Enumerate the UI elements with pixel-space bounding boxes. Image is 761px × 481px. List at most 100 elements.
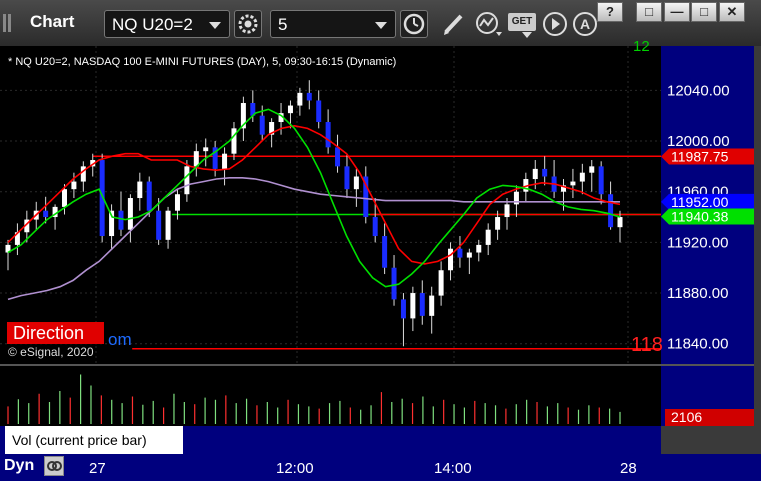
candle-body — [438, 270, 444, 296]
candle-body — [203, 147, 209, 152]
price-chart-pane[interactable] — [0, 46, 661, 364]
candle-body — [485, 229, 491, 245]
price-tag-label: 11987.75 — [671, 149, 729, 165]
get-label: GET — [511, 16, 533, 27]
candle-body — [344, 166, 350, 190]
candle-body — [174, 194, 180, 211]
candle-body — [127, 198, 133, 230]
candle-body — [43, 210, 49, 218]
price-tag-label: 11940.38 — [671, 209, 729, 225]
help-button[interactable]: ? — [597, 2, 623, 22]
price-axis[interactable]: 12040.00 12000.00 11960.00 11920.00 11880.00… — [661, 46, 754, 364]
candle-body — [156, 210, 162, 240]
direction-badge: Direction — [7, 322, 104, 344]
volume-svg — [7, 374, 621, 424]
volume-pane[interactable] — [0, 364, 661, 426]
candle-body — [259, 115, 265, 135]
time-axis[interactable] — [0, 454, 761, 481]
x-tick-label: 28 — [620, 460, 637, 477]
candle-body — [589, 166, 595, 173]
chart-title: Chart — [30, 12, 75, 31]
candle-body — [579, 172, 585, 182]
candle-body — [608, 194, 614, 228]
candle-body — [410, 293, 416, 319]
clock-icon — [403, 13, 425, 35]
candle-body — [448, 248, 454, 271]
chart-grip-icon — [3, 14, 11, 32]
candle-body — [287, 105, 293, 114]
candle-body — [457, 248, 463, 258]
dynamic-toggle-button[interactable] — [44, 456, 64, 476]
candle-body — [372, 217, 378, 237]
candle-body — [325, 122, 331, 148]
volume-study-text: Vol (current price bar) — [12, 432, 147, 448]
price-axis-svg: 12040.0012000.0011960.0011920.0011880.00… — [661, 82, 754, 353]
gear-icon — [238, 14, 258, 34]
volume-axis: 2106 — [661, 364, 754, 426]
chart-header: * NQ U20=2, NASDAQ 100 E-MINI FUTURES (D… — [8, 56, 397, 68]
candle-body — [419, 293, 425, 316]
symbol-value: NQ U20=2 — [112, 15, 193, 34]
candle-body — [184, 166, 190, 195]
interval-clock-button[interactable] — [400, 10, 428, 38]
candle-body — [466, 252, 472, 258]
close-icon[interactable]: x — [170, 428, 177, 442]
maximize-button[interactable]: □ — [691, 2, 717, 22]
candle-body — [532, 168, 538, 180]
get-data-button[interactable]: GET — [508, 13, 536, 31]
pencil-icon[interactable] — [440, 10, 468, 38]
y-tick-label: 11920.00 — [667, 234, 728, 251]
candle-body — [391, 267, 397, 300]
partial-price-label-top: 12 — [633, 38, 650, 55]
direction-label: Direction — [13, 323, 85, 343]
candle-body — [297, 92, 303, 106]
svg-text:A: A — [580, 16, 590, 32]
candle-body — [617, 217, 623, 228]
candle-body — [118, 210, 124, 230]
direction-suffix: om — [108, 330, 132, 349]
candle-body — [570, 181, 576, 186]
chevron-down-icon — [209, 22, 221, 29]
x-tick-label: 12:00 — [276, 460, 314, 477]
volume-label-row: Vol (current price bar) — [0, 426, 661, 454]
candle-body — [400, 299, 406, 319]
alert-icon[interactable]: A — [571, 10, 599, 38]
chevron-down-icon — [375, 22, 387, 29]
studies-icon[interactable] — [474, 10, 502, 38]
right-scroll-strip — [754, 46, 761, 454]
y-tick-label: 12000.00 — [667, 133, 730, 150]
price-chart-svg — [0, 46, 661, 364]
minimize-button[interactable]: — — [664, 2, 690, 22]
close-button[interactable]: ✕ — [719, 2, 745, 22]
candle-body — [495, 217, 501, 230]
volume-value: 2106 — [671, 409, 703, 425]
candle-body — [504, 204, 510, 218]
play-icon[interactable] — [541, 10, 569, 38]
candle-body — [476, 244, 482, 253]
volume-study-label[interactable]: Vol (current price bar) — [5, 426, 183, 454]
candle-body — [71, 181, 77, 190]
interval-combo[interactable]: 5 — [270, 10, 396, 38]
link-icon — [47, 461, 62, 471]
x-tick-label: 27 — [89, 460, 106, 477]
candle-body — [353, 176, 359, 190]
candle-body — [542, 168, 548, 177]
partial-price-label-bottom: 118 — [631, 334, 663, 356]
candle-body — [382, 236, 388, 268]
dyn-label: Dyn — [4, 457, 35, 474]
interval-value: 5 — [278, 15, 288, 34]
symbol-settings-button[interactable] — [234, 10, 262, 38]
candle-body — [306, 92, 312, 101]
candle-body — [222, 153, 228, 169]
candle-body — [80, 166, 86, 182]
candle-body — [231, 128, 237, 154]
candle-body — [165, 210, 171, 240]
x-tick-label: 14:00 — [434, 460, 472, 477]
candle-body — [146, 181, 152, 211]
candle-body — [316, 100, 322, 123]
volume-value-tag: 2106 — [665, 409, 754, 426]
price-tag-label: 11952.00 — [671, 194, 729, 210]
symbol-combo[interactable]: NQ U20=2 — [104, 10, 230, 38]
restore-button[interactable]: □ — [636, 2, 662, 22]
candle-body — [598, 166, 604, 195]
